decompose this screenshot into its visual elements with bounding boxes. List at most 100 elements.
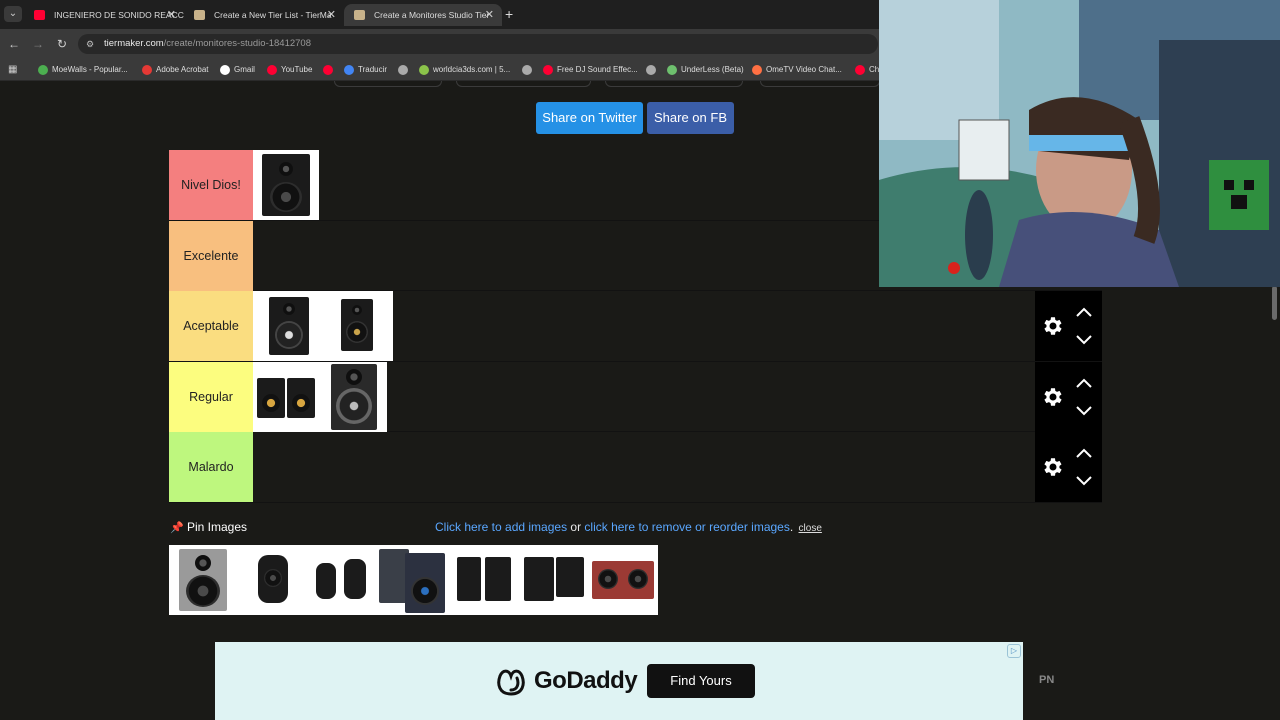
tiermaker-icon bbox=[194, 10, 205, 20]
tier-label[interactable]: Aceptable bbox=[169, 291, 253, 361]
speaker-image[interactable] bbox=[253, 361, 321, 432]
url-field[interactable]: ⚙ tiermaker.com/create/monitores-studio-… bbox=[78, 34, 878, 54]
tier-label[interactable]: Malardo bbox=[169, 432, 253, 502]
bookmark-adobe-acrobat[interactable]: Adobe Acrobat bbox=[142, 59, 208, 81]
youtube-icon bbox=[267, 65, 277, 75]
bookmark-label: Ch bbox=[869, 65, 880, 74]
speaker-icon bbox=[457, 557, 482, 601]
find-yours-button[interactable]: Find Yours bbox=[647, 664, 755, 698]
bookmark-ometv[interactable]: OmeTV Video Chat... bbox=[752, 59, 842, 81]
bookmark-free-dj[interactable]: Free DJ Sound Effec... bbox=[543, 59, 638, 81]
tier-row: Malardo bbox=[169, 432, 1102, 503]
bookmark-gmail[interactable]: Gmail bbox=[220, 59, 255, 81]
pin-images-label[interactable]: Pin Images bbox=[187, 520, 247, 534]
bookmark-traducir[interactable]: Traducir bbox=[344, 59, 387, 81]
speaker-image[interactable] bbox=[449, 545, 518, 615]
bookmark-ch[interactable]: Ch bbox=[855, 59, 879, 81]
speaker-icon bbox=[257, 377, 285, 418]
gmail-icon bbox=[220, 65, 230, 75]
close-tab-icon[interactable]: ✕ bbox=[327, 4, 336, 26]
share-fb-button[interactable]: Share on FB bbox=[647, 102, 734, 134]
period-text: . bbox=[789, 520, 794, 534]
forward-arrow-icon[interactable]: → bbox=[30, 36, 46, 52]
acrobat-icon bbox=[142, 65, 152, 75]
ad-choices-icon[interactable]: ▷ bbox=[1007, 644, 1021, 658]
tier-label[interactable]: Nivel Dios! bbox=[169, 150, 253, 220]
menu-button-stub[interactable] bbox=[605, 81, 743, 87]
remove-reorder-link[interactable]: click here to remove or reorder images bbox=[584, 520, 789, 534]
speaker-icon bbox=[269, 297, 309, 355]
speaker-image[interactable] bbox=[306, 545, 375, 615]
tier-label[interactable]: Regular bbox=[169, 361, 253, 432]
bookmark-underless[interactable]: UnderLess (Beta) bbox=[667, 59, 744, 81]
side-text: PN bbox=[1039, 674, 1055, 686]
gear-icon[interactable] bbox=[1040, 455, 1064, 479]
tab-monitores-tier[interactable]: Create a Monitores Studio Tier ✕ bbox=[344, 4, 502, 26]
close-tab-icon[interactable]: ✕ bbox=[485, 4, 494, 26]
scrollbar-thumb[interactable] bbox=[1272, 286, 1277, 320]
moewalls-icon bbox=[38, 65, 48, 75]
apps-grid-icon[interactable]: ▦ bbox=[8, 64, 19, 75]
globe-icon bbox=[646, 65, 656, 75]
speaker-image[interactable] bbox=[253, 150, 319, 220]
gear-icon[interactable] bbox=[1040, 314, 1064, 338]
bookmark-label: OmeTV Video Chat... bbox=[766, 65, 842, 74]
speaker-icon bbox=[485, 557, 512, 601]
bookmark-moewalls[interactable]: MoeWalls - Popular... bbox=[38, 59, 128, 81]
menu-button-stub[interactable] bbox=[456, 81, 591, 87]
back-arrow-icon[interactable]: ← bbox=[6, 36, 22, 52]
speaker-icon bbox=[404, 553, 445, 613]
bookmark-label: worldcia3ds.com | 5... bbox=[433, 65, 511, 74]
chevron-up-icon[interactable] bbox=[1075, 305, 1093, 319]
share-twitter-button[interactable]: Share on Twitter bbox=[536, 102, 643, 134]
speaker-icon bbox=[262, 154, 310, 216]
tab-title: Create a New Tier List - TierMa bbox=[214, 10, 332, 20]
bookmark-youtube[interactable]: YouTube bbox=[267, 59, 312, 81]
speaker-image[interactable] bbox=[374, 545, 450, 615]
or-text: or bbox=[567, 520, 585, 534]
tier-items bbox=[253, 291, 393, 361]
site-info-icon[interactable]: ⚙ bbox=[86, 38, 98, 50]
menu-button-stub[interactable] bbox=[334, 81, 442, 87]
webcam-overlay bbox=[879, 0, 1280, 287]
tab-new-tier-list[interactable]: Create a New Tier List - TierMa ✕ bbox=[184, 4, 344, 26]
speaker-image[interactable] bbox=[169, 545, 238, 615]
chevron-down-icon[interactable] bbox=[1075, 474, 1093, 488]
close-link[interactable]: close bbox=[799, 523, 822, 534]
bookmark-globe-2[interactable] bbox=[522, 59, 536, 81]
youtube-icon bbox=[543, 65, 553, 75]
bookmark-worldcia[interactable]: worldcia3ds.com | 5... bbox=[419, 59, 510, 81]
pin-icon[interactable]: 📌 bbox=[170, 521, 184, 534]
bookmark-globe-3[interactable] bbox=[646, 59, 660, 81]
chevron-down-icon[interactable] bbox=[1075, 333, 1093, 347]
tiermaker-icon bbox=[354, 10, 365, 20]
godaddy-brand-text: GoDaddy bbox=[534, 667, 638, 694]
tab-youtube[interactable]: INGENIERO DE SONIDO REACC ✕ bbox=[24, 4, 184, 26]
speaker-image[interactable] bbox=[586, 545, 658, 615]
bookmark-globe[interactable] bbox=[398, 59, 412, 81]
close-tab-icon[interactable]: ✕ bbox=[167, 4, 176, 26]
speaker-image[interactable] bbox=[237, 545, 307, 615]
speaker-icon bbox=[316, 563, 337, 599]
menu-button-stub[interactable] bbox=[760, 81, 880, 87]
gear-icon[interactable] bbox=[1040, 385, 1064, 409]
speaker-image[interactable] bbox=[517, 545, 587, 615]
chevron-down-icon[interactable] bbox=[1075, 404, 1093, 418]
reload-icon[interactable]: ↻ bbox=[54, 36, 70, 52]
chevron-up-icon[interactable] bbox=[1075, 446, 1093, 460]
speaker-image[interactable] bbox=[321, 361, 387, 432]
underless-icon bbox=[667, 65, 677, 75]
tier-label[interactable]: Excelente bbox=[169, 220, 253, 291]
worldcia-icon bbox=[419, 65, 429, 75]
chevron-up-icon[interactable] bbox=[1075, 376, 1093, 390]
speaker-image[interactable] bbox=[325, 291, 393, 361]
tab-list-chevron-icon[interactable]: ⌄ bbox=[4, 6, 22, 22]
speaker-icon bbox=[331, 363, 377, 430]
ometv-icon bbox=[752, 65, 762, 75]
youtube-icon bbox=[34, 10, 45, 20]
godaddy-ad[interactable]: GoDaddy Find Yours ▷ bbox=[215, 642, 1023, 720]
bookmark-youtube-2[interactable] bbox=[323, 59, 337, 81]
speaker-image[interactable] bbox=[253, 291, 325, 361]
add-images-link[interactable]: Click here to add images bbox=[435, 520, 567, 534]
new-tab-button[interactable]: + bbox=[505, 4, 519, 24]
